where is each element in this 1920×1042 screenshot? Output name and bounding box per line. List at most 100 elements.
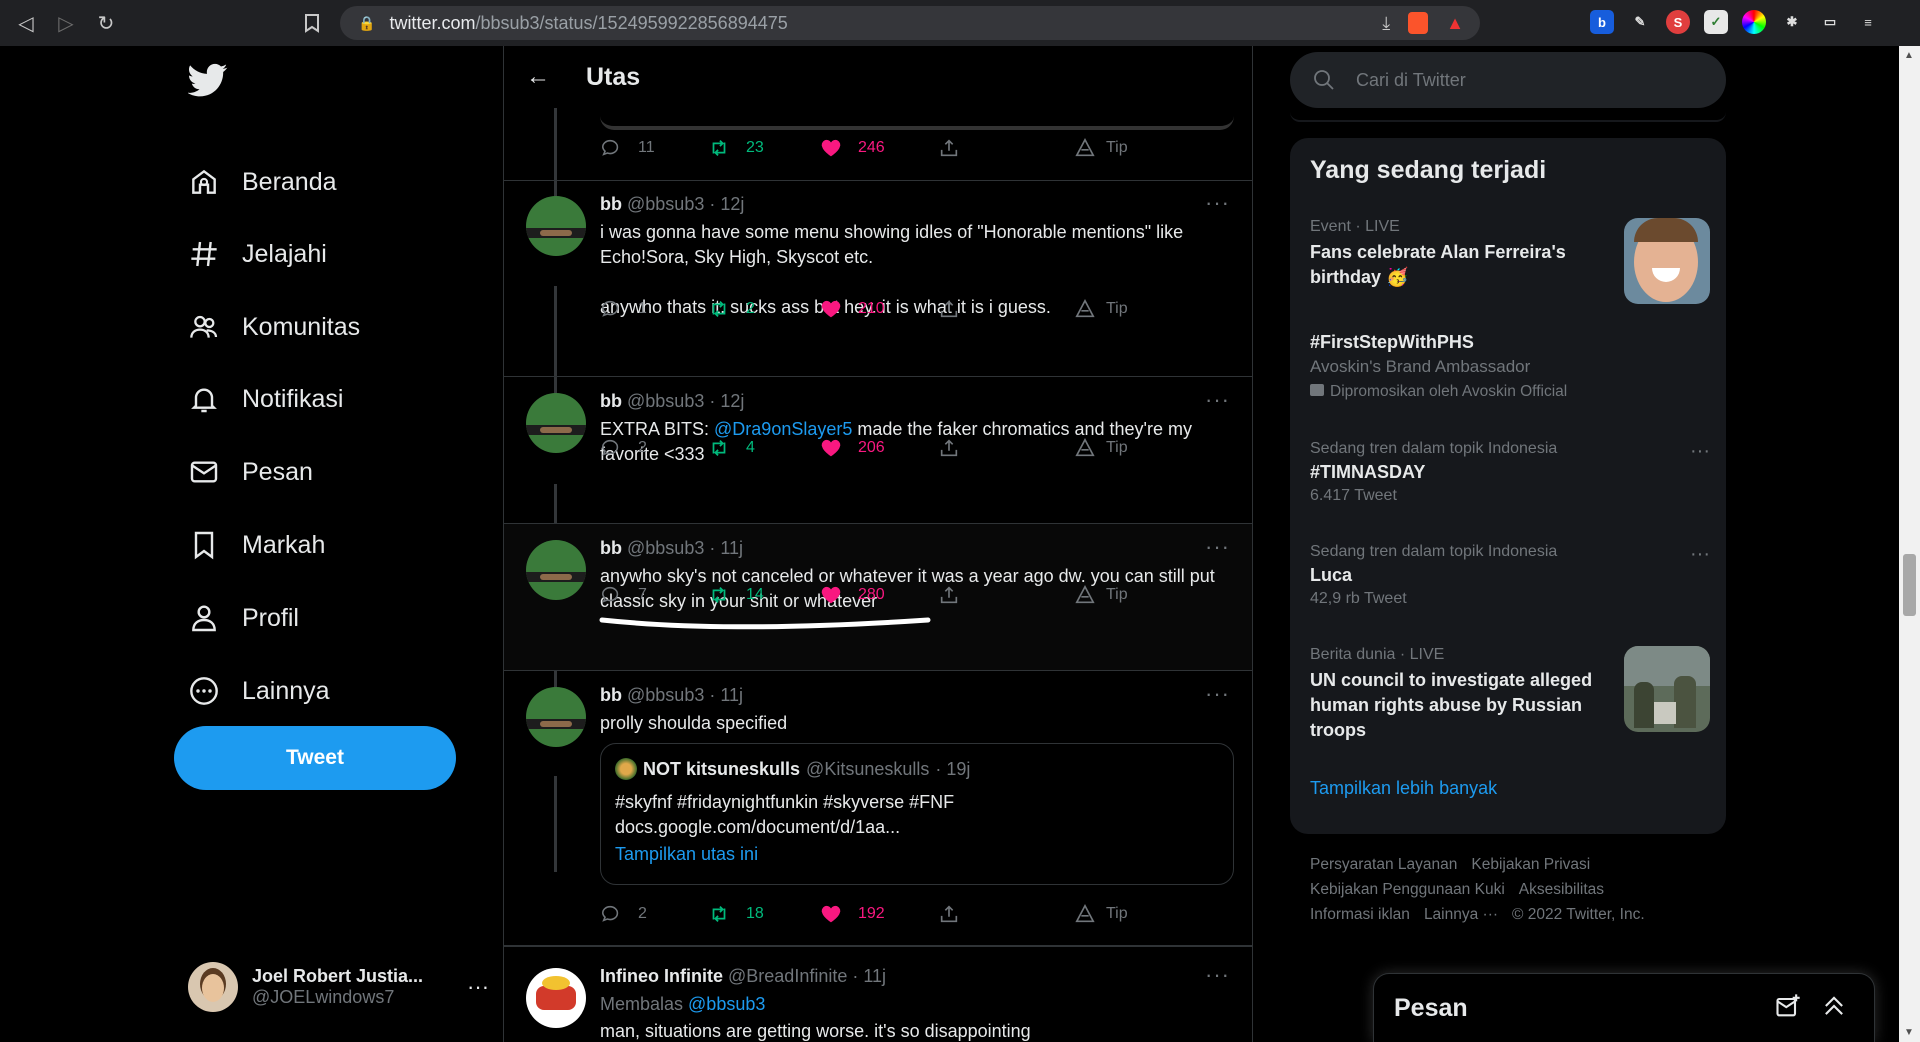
share-button[interactable] bbox=[938, 137, 960, 159]
tweet-time[interactable]: · 12j bbox=[709, 194, 744, 214]
footer-link[interactable]: Kebijakan Privasi bbox=[1471, 856, 1590, 873]
forward-icon[interactable]: ▷ bbox=[46, 3, 86, 43]
tip-button[interactable]: Tip bbox=[1074, 903, 1128, 925]
page-scrollbar[interactable]: ▲ ▼ bbox=[1899, 46, 1920, 1042]
show-thread-link[interactable]: Tampilkan utas ini bbox=[615, 844, 758, 865]
search-input[interactable]: Cari di Twitter bbox=[1356, 70, 1466, 91]
nav-profile[interactable]: Profil bbox=[188, 590, 299, 646]
nav-home[interactable]: Beranda bbox=[188, 154, 337, 210]
more-options-icon[interactable]: ··· bbox=[1205, 534, 1230, 560]
more-options-icon[interactable]: ··· bbox=[1690, 543, 1710, 566]
extension-bitwarden-icon[interactable]: b bbox=[1590, 10, 1614, 34]
scroll-down-icon[interactable]: ▼ bbox=[1904, 1027, 1914, 1038]
brave-shield-icon[interactable] bbox=[1408, 12, 1429, 34]
tweet-time[interactable]: · 11j bbox=[709, 538, 743, 558]
more-options-icon[interactable]: ··· bbox=[1205, 387, 1230, 413]
tip-button[interactable]: Tip bbox=[1074, 137, 1128, 159]
footer-link[interactable]: Informasi iklan bbox=[1310, 906, 1410, 923]
extension-feather-icon[interactable]: ✎ bbox=[1628, 10, 1652, 34]
footer-link[interactable]: Persyaratan Layanan bbox=[1310, 856, 1457, 873]
nav-explore[interactable]: Jelajahi bbox=[188, 226, 327, 282]
nav-messages[interactable]: Pesan bbox=[188, 444, 313, 500]
author-name[interactable]: bb bbox=[600, 391, 622, 411]
tweet-time[interactable]: · 11j bbox=[852, 966, 886, 986]
install-icon[interactable]: ⤓ bbox=[1382, 13, 1390, 34]
back-arrow-icon[interactable]: ← bbox=[526, 63, 550, 91]
author-handle[interactable]: @bbsub3 bbox=[627, 538, 704, 558]
author-name[interactable]: bb bbox=[600, 194, 622, 214]
reply-button[interactable]: 1 bbox=[600, 298, 647, 320]
share-button[interactable] bbox=[938, 584, 960, 606]
author-name[interactable]: Infineo Infinite bbox=[600, 966, 723, 986]
search-box[interactable]: Cari di Twitter bbox=[1290, 52, 1726, 108]
retweet-button[interactable]: 23 bbox=[708, 137, 764, 159]
tweet[interactable]: bb @bbsub3 · 12j ··· EXTRA BITS: @Dra9on… bbox=[504, 377, 1252, 523]
tweet[interactable]: bb @bbsub3 · 11j ··· prolly shoulda spec… bbox=[504, 671, 1252, 949]
twitter-logo-icon[interactable] bbox=[187, 60, 230, 102]
wallet-icon[interactable]: ▭ bbox=[1818, 10, 1842, 34]
share-button[interactable] bbox=[938, 903, 960, 925]
tip-button[interactable]: Tip bbox=[1074, 437, 1128, 459]
footer-link[interactable]: Lainnya ··· bbox=[1424, 906, 1498, 923]
tweet-time[interactable]: · 12j bbox=[709, 391, 744, 411]
new-message-icon[interactable] bbox=[1774, 992, 1802, 1020]
retweet-button[interactable]: 4 bbox=[708, 437, 755, 459]
menu-icon[interactable]: ≡ bbox=[1856, 10, 1880, 34]
reply-button[interactable]: 2 bbox=[600, 437, 647, 459]
address-bar[interactable]: 🔒 twitter.com/bbsub3/status/152495992285… bbox=[340, 6, 1480, 40]
more-options-icon[interactable]: ··· bbox=[1205, 962, 1230, 988]
tip-button[interactable]: Tip bbox=[1074, 584, 1128, 606]
mention-link[interactable]: @bbsub3 bbox=[688, 994, 765, 1014]
like-button[interactable]: 280 bbox=[820, 584, 885, 606]
extension-s-icon[interactable]: S bbox=[1666, 10, 1690, 34]
reply-button[interactable]: 2 bbox=[600, 903, 647, 925]
reload-icon[interactable]: ↻ bbox=[86, 3, 126, 43]
mention-link[interactable]: @Dra9onSlayer5 bbox=[714, 419, 852, 439]
nav-bookmarks[interactable]: Markah bbox=[188, 517, 325, 573]
author-handle[interactable]: @bbsub3 bbox=[627, 194, 704, 214]
tweet[interactable]: bb @bbsub3 · 12j ··· i was gonna have so… bbox=[504, 180, 1252, 376]
like-button[interactable]: 210 bbox=[820, 298, 885, 320]
like-button[interactable]: 246 bbox=[820, 137, 885, 159]
author-handle[interactable]: @bbsub3 bbox=[627, 391, 704, 411]
brave-rewards-icon[interactable]: ▲ bbox=[1446, 13, 1464, 34]
bookmark-icon[interactable] bbox=[292, 3, 332, 43]
tweet-time[interactable]: · 11j bbox=[709, 685, 743, 705]
expand-chevron-icon[interactable] bbox=[1820, 992, 1848, 1020]
quoted-tweet[interactable]: NOT kitsuneskulls @Kitsuneskulls · 19j #… bbox=[600, 743, 1234, 885]
author-handle[interactable]: @bbsub3 bbox=[627, 685, 704, 705]
author-name[interactable]: bb bbox=[600, 538, 622, 558]
more-options-icon[interactable]: ··· bbox=[1205, 190, 1230, 216]
extension-check-icon[interactable]: ✓ bbox=[1704, 10, 1728, 34]
extension-color-icon[interactable] bbox=[1742, 10, 1766, 34]
scroll-up-icon[interactable]: ▲ bbox=[1904, 50, 1914, 61]
reply-button[interactable]: 7 bbox=[600, 584, 647, 606]
tweet-button[interactable]: Tweet bbox=[174, 726, 456, 790]
trend-item[interactable]: #FirstStepWithPHS Avoskin's Brand Ambass… bbox=[1310, 330, 1710, 401]
back-icon[interactable]: ◁ bbox=[6, 3, 46, 43]
nav-communities[interactable]: Komunitas bbox=[188, 299, 360, 355]
show-more-link[interactable]: Tampilkan lebih banyak bbox=[1310, 778, 1497, 799]
extensions-puzzle-icon[interactable]: ✱ bbox=[1780, 10, 1804, 34]
trend-item[interactable]: Sedang tren dalam topik Indonesia Luca 4… bbox=[1310, 543, 1710, 608]
scrollbar-thumb[interactable] bbox=[1903, 554, 1916, 616]
like-button[interactable]: 192 bbox=[820, 903, 885, 925]
tweet[interactable]: bb @bbsub3 · 11j ··· anywho sky's not ca… bbox=[504, 524, 1252, 670]
tweet[interactable]: Infineo Infinite @BreadInfinite · 11j ··… bbox=[504, 952, 1252, 1042]
account-more-icon[interactable]: ··· bbox=[467, 974, 489, 1000]
trend-item[interactable]: Event · LIVE Fans celebrate Alan Ferreir… bbox=[1310, 218, 1710, 308]
share-button[interactable] bbox=[938, 298, 960, 320]
author-handle[interactable]: @BreadInfinite bbox=[728, 966, 847, 986]
like-button[interactable]: 206 bbox=[820, 437, 885, 459]
retweet-button[interactable]: 2 bbox=[708, 298, 755, 320]
trend-item[interactable]: Berita dunia · LIVE UN council to invest… bbox=[1310, 646, 1710, 756]
trend-item[interactable]: Sedang tren dalam topik Indonesia #TIMNA… bbox=[1310, 440, 1710, 505]
more-options-icon[interactable]: ··· bbox=[1205, 681, 1230, 707]
retweet-button[interactable]: 18 bbox=[708, 903, 764, 925]
messages-drawer[interactable]: Pesan bbox=[1373, 973, 1875, 1042]
share-button[interactable] bbox=[938, 437, 960, 459]
footer-link[interactable]: Kebijakan Penggunaan Kuki bbox=[1310, 881, 1505, 898]
nav-notifications[interactable]: Notifikasi bbox=[188, 371, 343, 427]
reply-button[interactable]: 11 bbox=[600, 137, 655, 159]
account-switcher[interactable]: Joel Robert Justia... @JOELwindows7 ··· bbox=[188, 962, 489, 1012]
